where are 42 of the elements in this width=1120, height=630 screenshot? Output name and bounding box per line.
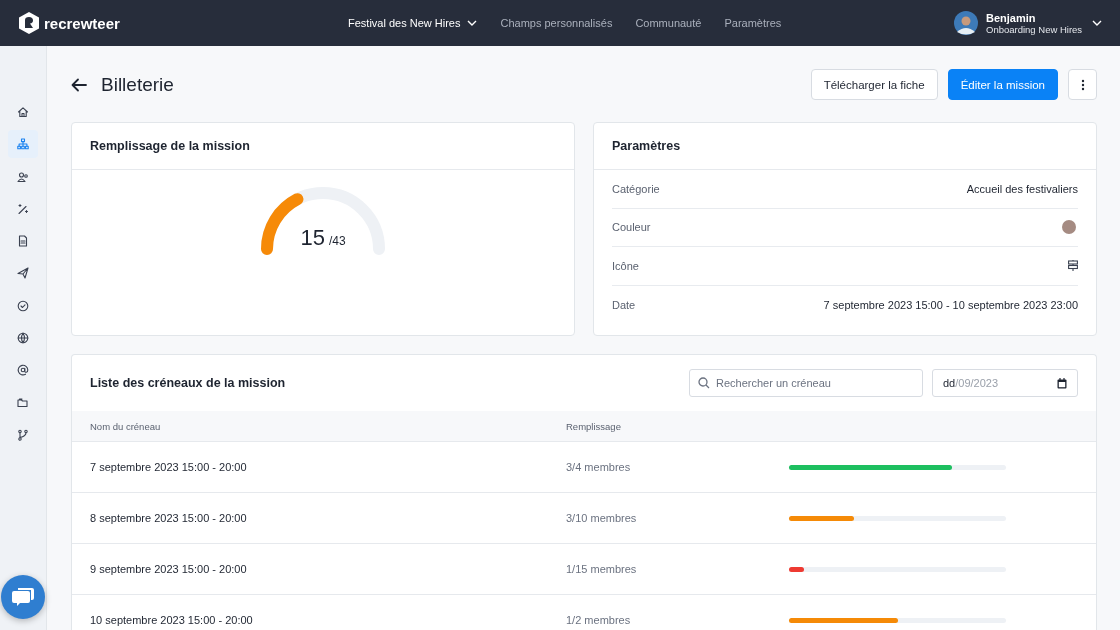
setting-label: Date xyxy=(612,298,636,311)
chat-button[interactable] xyxy=(1,575,45,619)
setting-value: 7 septembre 2023 15:00 - 10 septembre 2023 23:00 xyxy=(823,298,1078,311)
logo-text: recrewteer xyxy=(44,14,120,32)
setting-value: Accueil des festivaliers xyxy=(966,182,1078,195)
column-header: Remplissage xyxy=(566,420,622,432)
column-header: Nom du créneau xyxy=(89,420,162,432)
user-organization: Onboarding New Hires xyxy=(986,23,1084,35)
download-button[interactable]: Télécharger la fiche xyxy=(810,69,938,100)
date-field[interactable]: dd/09/2023 xyxy=(932,369,1078,397)
user-name: Benjamin xyxy=(986,11,1037,24)
search-field[interactable]: Rechercher un créneau xyxy=(689,369,923,397)
search-icon xyxy=(698,377,710,389)
slot-fill-count: 1/2 membres xyxy=(566,614,632,626)
setting-label: Icône xyxy=(612,259,639,272)
slot-name: 9 septembre 2023 15:00 - 20:00 xyxy=(89,563,248,575)
slot-name: 10 septembre 2023 15:00 - 20:00 xyxy=(89,614,254,626)
slot-fill-count: 3/4 membres xyxy=(566,461,632,473)
avatar xyxy=(954,11,978,35)
page-title: Billeterie xyxy=(101,73,174,96)
card-title: Remplissage de la mission xyxy=(90,139,250,153)
slot-fill-count: 3/10 membres xyxy=(566,512,638,524)
nav-link[interactable]: Festival des New Hires xyxy=(348,17,478,29)
slot-name: 7 septembre 2023 15:00 - 20:00 xyxy=(89,461,248,473)
back-arrow-icon[interactable] xyxy=(71,77,87,92)
nav-link[interactable]: Paramètres xyxy=(724,17,782,29)
edit-button[interactable]: Éditer la mission xyxy=(947,69,1058,100)
hierarchy-icon[interactable] xyxy=(8,130,38,159)
nav-link[interactable]: Communauté xyxy=(635,17,702,29)
more-vertical-icon xyxy=(1080,78,1085,91)
logo-icon xyxy=(18,11,40,35)
card-title: Paramètres xyxy=(612,139,681,153)
chevron-down-icon[interactable] xyxy=(1092,20,1102,26)
signpost-icon xyxy=(1068,260,1078,272)
setting-label: Couleur xyxy=(612,221,651,234)
card-title: Liste des créneaux de la mission xyxy=(90,376,286,390)
slot-name: 8 septembre 2023 15:00 - 20:00 xyxy=(89,512,248,524)
calendar-icon xyxy=(1057,377,1067,389)
slot-fill-count: 1/15 membres xyxy=(566,563,638,575)
setting-label: Catégorie xyxy=(612,182,660,195)
chat-bubbles-icon xyxy=(11,586,35,608)
nav-link[interactable]: Champs personnalisés xyxy=(500,17,613,29)
